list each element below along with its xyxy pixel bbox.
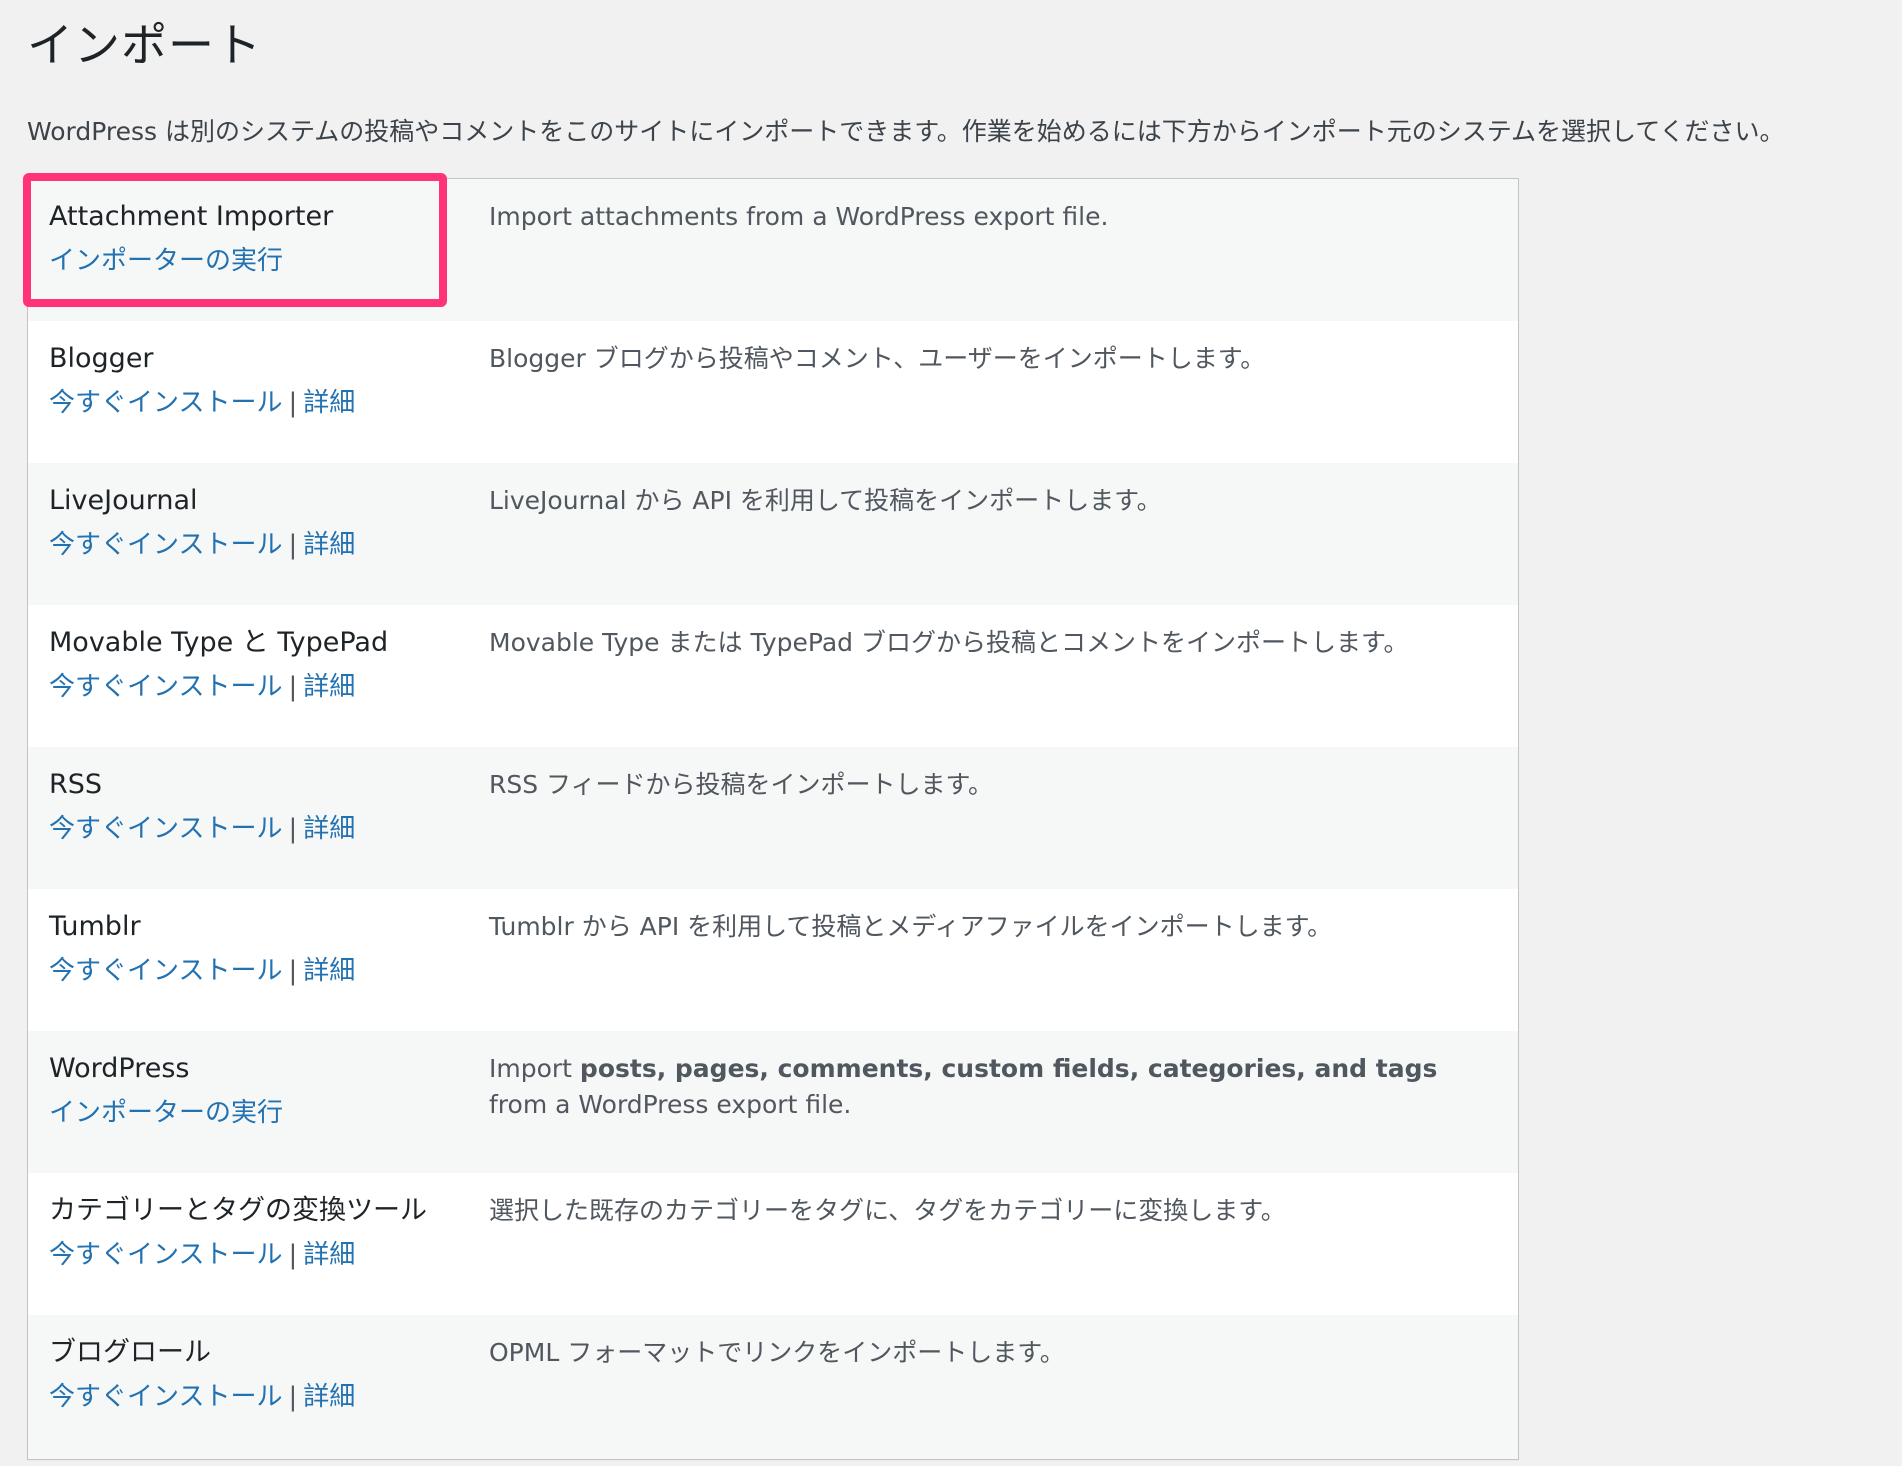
install-now-link[interactable]: 今すぐインストール (49, 530, 282, 560)
importer-actions: 今すぐインストール | 詳細 (49, 953, 469, 989)
importer-description: Tumblr から API を利用して投稿とメディアファイルをインポートします。 (489, 912, 1333, 941)
install-now-link[interactable]: 今すぐインストール (49, 1382, 282, 1412)
importer-row-tumblr: Tumblr 今すぐインストール | 詳細 Tumblr から API を利用して投… (28, 889, 1518, 1031)
importer-name-cell: RSS 今すぐインストール | 詳細 (49, 767, 469, 847)
action-separator: | (288, 530, 298, 560)
importer-row-rss: RSS 今すぐインストール | 詳細 RSS フィードから投稿をインポートします。 (28, 747, 1518, 889)
run-importer-link[interactable]: インポーターの実行 (49, 246, 283, 276)
importer-description: Movable Type または TypePad ブログから投稿とコメントをイン… (489, 628, 1409, 657)
action-separator: | (288, 956, 298, 986)
importer-actions: インポーターの実行 (49, 243, 469, 279)
install-now-link[interactable]: 今すぐインストール (49, 388, 282, 418)
importer-name: Blogger (49, 343, 154, 374)
details-link[interactable]: 詳細 (303, 530, 355, 560)
description-suffix: from a WordPress export file. (489, 1090, 852, 1119)
action-separator: | (288, 1382, 298, 1412)
intro-text: WordPress は別のシステムの投稿やコメントをこのサイトにインポートできま… (27, 117, 1785, 146)
importer-name: ブログロール (49, 1337, 211, 1368)
action-separator: | (288, 672, 298, 702)
importer-name-cell: Tumblr 今すぐインストール | 詳細 (49, 909, 469, 989)
description-bold: posts, pages, comments, custom fields, c… (579, 1054, 1438, 1083)
action-separator: | (288, 388, 298, 418)
importer-name: RSS (49, 769, 103, 800)
description-prefix: Import (489, 1054, 580, 1083)
importer-actions: 今すぐインストール | 詳細 (49, 1237, 469, 1273)
details-link[interactable]: 詳細 (303, 388, 355, 418)
importer-actions: 今すぐインストール | 詳細 (49, 669, 469, 705)
importers-table: Attachment Importer インポーターの実行 Import att… (27, 178, 1519, 1460)
importer-name: カテゴリーとタグの変換ツール (49, 1195, 427, 1226)
importer-row-movable-type: Movable Type と TypePad 今すぐインストール | 詳細 Mova… (28, 605, 1518, 747)
details-link[interactable]: 詳細 (303, 956, 355, 986)
importer-description: Import attachments from a WordPress expo… (489, 202, 1109, 231)
importer-row-category-tag-converter: カテゴリーとタグの変換ツール 今すぐインストール | 詳細 選択した既存のカテゴリー… (28, 1173, 1518, 1315)
details-link[interactable]: 詳細 (303, 1240, 355, 1270)
importer-description: Import posts, pages, comments, custom fi… (489, 1051, 1469, 1123)
details-link[interactable]: 詳細 (303, 1382, 355, 1412)
importer-name-cell: カテゴリーとタグの変換ツール 今すぐインストール | 詳細 (49, 1193, 469, 1273)
importer-actions: 今すぐインストール | 詳細 (49, 527, 469, 563)
importer-description: 選択した既存のカテゴリーをタグに、タグをカテゴリーに変換します。 (489, 1196, 1286, 1225)
importer-name: Attachment Importer (49, 201, 334, 232)
importer-row-attachment-importer: Attachment Importer インポーターの実行 Import att… (28, 179, 1518, 321)
importer-row-blogger: Blogger 今すぐインストール | 詳細 Blogger ブログから投稿やコメン… (28, 321, 1518, 463)
importer-name-cell: Attachment Importer インポーターの実行 (49, 199, 469, 279)
importer-name-cell: WordPress インポーターの実行 (49, 1051, 469, 1131)
details-link[interactable]: 詳細 (303, 672, 355, 702)
importer-name: Movable Type と TypePad (49, 627, 389, 658)
install-now-link[interactable]: 今すぐインストール (49, 814, 282, 844)
importer-row-livejournal: LiveJournal 今すぐインストール | 詳細 LiveJournal から … (28, 463, 1518, 605)
importer-name: WordPress (49, 1053, 190, 1084)
importer-actions: 今すぐインストール | 詳細 (49, 385, 469, 421)
importer-name-cell: ブログロール 今すぐインストール | 詳細 (49, 1335, 469, 1415)
importer-name: Tumblr (49, 911, 141, 942)
action-separator: | (288, 1240, 298, 1270)
importer-name-cell: Movable Type と TypePad 今すぐインストール | 詳細 (49, 625, 469, 705)
importer-description: OPML フォーマットでリンクをインポートします。 (489, 1338, 1065, 1367)
install-now-link[interactable]: 今すぐインストール (49, 1240, 282, 1270)
importer-actions: インポーターの実行 (49, 1095, 469, 1131)
importer-name-cell: LiveJournal 今すぐインストール | 詳細 (49, 483, 469, 563)
importer-description: Blogger ブログから投稿やコメント、ユーザーをインポートします。 (489, 344, 1266, 373)
importer-description: LiveJournal から API を利用して投稿をインポートします。 (489, 486, 1162, 515)
install-now-link[interactable]: 今すぐインストール (49, 956, 282, 986)
page-title: インポート (27, 18, 262, 72)
importer-name-cell: Blogger 今すぐインストール | 詳細 (49, 341, 469, 421)
importer-actions: 今すぐインストール | 詳細 (49, 1379, 469, 1415)
run-importer-link[interactable]: インポーターの実行 (49, 1098, 283, 1128)
importer-actions: 今すぐインストール | 詳細 (49, 811, 469, 847)
install-now-link[interactable]: 今すぐインストール (49, 672, 282, 702)
action-separator: | (288, 814, 298, 844)
importer-row-wordpress: WordPress インポーターの実行 Import posts, pages,… (28, 1031, 1518, 1173)
importer-row-blogroll: ブログロール 今すぐインストール | 詳細 OPML フォーマットでリンクをインポー… (28, 1315, 1518, 1459)
importer-description: RSS フィードから投稿をインポートします。 (489, 770, 994, 799)
details-link[interactable]: 詳細 (303, 814, 355, 844)
importer-name: LiveJournal (49, 485, 198, 516)
